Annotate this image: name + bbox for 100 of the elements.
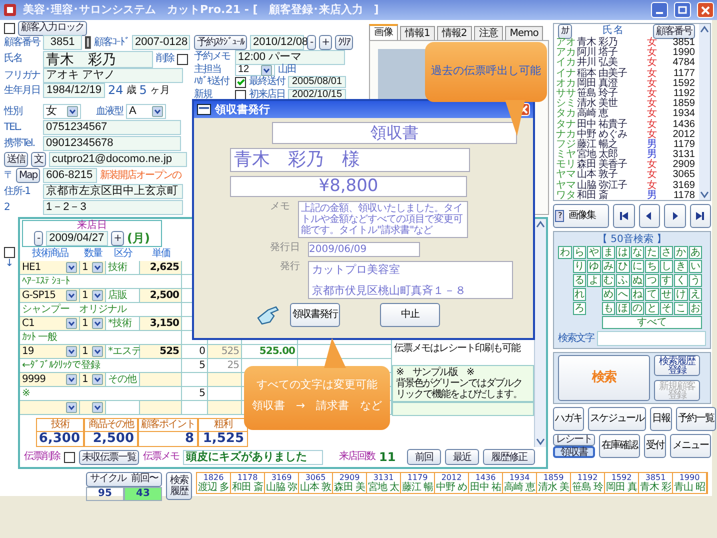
tab[interactable]: 画像 (369, 24, 398, 40)
dialog-button[interactable]: 中止 (380, 303, 440, 327)
kana-key[interactable]: ほ (616, 302, 630, 315)
function-button[interactable]: ハガキ (553, 407, 584, 431)
document-title-field[interactable]: 領収書 (272, 122, 517, 144)
kana-key[interactable]: は (616, 246, 630, 259)
text-field[interactable]: 09012345678 (43, 136, 181, 151)
kana-key[interactable]: や (587, 246, 600, 259)
text-button[interactable]: 文 (31, 152, 46, 167)
kana-key[interactable]: ひ (616, 260, 630, 273)
gallery-button[interactable]: ? 画像集 (553, 204, 609, 228)
dropdown-field[interactable]: A (126, 104, 166, 119)
history-entry[interactable]: 1179 藤江 暢 (401, 473, 435, 493)
kana-key[interactable]: ま (602, 246, 615, 259)
history-entry[interactable]: 1859 清水 美 (537, 473, 571, 493)
issuer-field[interactable]: カットプロ美容室 京都市伏見区桃山町真斉１－８ (308, 261, 513, 299)
history-entry[interactable]: 1934 高崎 恵 (503, 473, 537, 493)
function-button[interactable]: 受付 (644, 434, 666, 458)
dropdown-field[interactable]: 1 (80, 261, 106, 275)
text-field[interactable]: 2005/08/01 (288, 76, 346, 88)
list-row[interactable]: ワタ 和田 斎 男 1178 (554, 190, 699, 201)
history-entry[interactable]: 1990 青山 昭 (673, 473, 707, 493)
history-entry[interactable]: 3169 山脇 弥 (265, 473, 299, 493)
history-nav-button[interactable]: 履歴修正 (483, 449, 535, 465)
history-entry[interactable]: 1436 田中 祐 (469, 473, 503, 493)
dropdown-field[interactable]: HE1 (20, 261, 80, 275)
dropdown-field[interactable]: 19 (20, 345, 80, 359)
kana-key[interactable]: ろ (572, 302, 586, 315)
kana-key[interactable]: め (602, 288, 615, 301)
kana-key[interactable]: わ (558, 246, 572, 259)
list-row[interactable]: ナカ 中野 めぐみ 女 2012 (554, 130, 699, 140)
text-field[interactable]: 606-8215 (43, 168, 98, 183)
dropdown-field[interactable]: 12 (235, 64, 275, 76)
kana-key[interactable]: み (602, 260, 615, 273)
history-register-button[interactable]: 検索履歴登録 (654, 355, 700, 376)
list-row[interactable]: イナ稲本 由美子 女 1177 (554, 68, 699, 79)
kana-key[interactable]: か (674, 246, 688, 259)
all-button[interactable]: すべて (602, 316, 702, 329)
kana-key[interactable]: き (674, 260, 688, 273)
kana-key[interactable]: な (630, 246, 644, 259)
dropdown-field[interactable]: G-SP15 (20, 289, 80, 303)
kana-key[interactable]: ぬ (630, 274, 644, 287)
text-field[interactable]: 0751234567 (43, 120, 181, 135)
toggle-button[interactable]: レシート (553, 434, 595, 446)
amount-field[interactable]: ¥8,800 (230, 176, 467, 197)
dropdown-field[interactable]: 1 (80, 317, 106, 331)
text-field[interactable]: 頭皮にキズがありました (183, 450, 323, 464)
plus-button[interactable]: + (110, 231, 124, 246)
history-nav-button[interactable]: 前回 (407, 449, 441, 465)
list-row[interactable]: ヤマ 山脇 弥江子 女 3169 (554, 180, 699, 191)
kana-key[interactable]: も (602, 302, 615, 315)
text-field[interactable]: 1984/12/19 (43, 83, 105, 98)
map-button[interactable]: Map (16, 168, 40, 183)
dropdown-field[interactable]: 9999 (20, 373, 80, 387)
kana-key[interactable]: れ (572, 288, 586, 301)
kana-key[interactable]: ね (630, 288, 644, 301)
list-row[interactable]: イカ 井川 弘美 女 4784 (554, 58, 699, 69)
kana-key[interactable]: ち (645, 260, 658, 273)
tab[interactable]: 情報2 (436, 26, 472, 40)
plus-button[interactable]: + (318, 35, 332, 50)
search-history-button[interactable]: 検索履歴 (166, 472, 192, 500)
kana-key[interactable]: り (572, 260, 586, 273)
kana-sort-button[interactable]: ｶﾅ (558, 24, 572, 38)
function-button[interactable]: 日報 (650, 407, 672, 431)
history-entry[interactable]: 2012 中野 め (435, 473, 469, 493)
text-field[interactable]: 3851 (43, 35, 82, 50)
kana-key[interactable]: た (645, 246, 658, 259)
function-button[interactable]: 予約一覧 (676, 407, 716, 431)
unpaid-slips-button[interactable]: 未収伝票一覧 (79, 450, 139, 464)
list-row[interactable]: オカ 岡田 真澄 女 1592 (554, 78, 699, 89)
schedule-button[interactable]: 予約ｽｹｼﾞｭｰﾙ (194, 35, 247, 50)
history-entry[interactable]: 3131 宮地 太 (367, 473, 401, 493)
kana-key[interactable]: く (674, 274, 688, 287)
history-entry[interactable]: 3065 山本 敦 (299, 473, 333, 493)
history-entry[interactable]: 2909 森田 美 (333, 473, 367, 493)
tab[interactable]: 注意 (474, 26, 503, 40)
function-button[interactable]: メニュー (670, 434, 712, 458)
minus-button[interactable]: - (307, 35, 316, 50)
history-entry[interactable]: 1192 笹島 玲 (571, 473, 605, 493)
kana-key[interactable]: る (572, 274, 586, 287)
kana-key[interactable]: ゆ (587, 260, 600, 273)
kana-key[interactable]: こ (674, 302, 688, 315)
kana-key[interactable]: そ (660, 302, 673, 315)
text-field[interactable]: cutpro21@docomo.ne.jp (49, 152, 187, 167)
clear-button[interactable]: ｸﾘｱ (335, 35, 353, 50)
kana-key[interactable]: う (688, 274, 702, 287)
kana-key[interactable]: し (660, 260, 673, 273)
history-entry[interactable]: 1592 岡田 真 (605, 473, 639, 493)
text-field[interactable]: 2009/04/27 (46, 231, 108, 246)
kana-key[interactable]: ら (572, 246, 586, 259)
text-field[interactable]: 京都市左京区田中上玄京町 (43, 184, 183, 199)
kana-key[interactable]: え (688, 288, 702, 301)
dialog-button[interactable]: 領収書発行 (290, 303, 340, 327)
dropdown-field[interactable]: 1 (80, 345, 106, 359)
number-sort-button[interactable]: 顧客番号 (653, 24, 695, 38)
kana-key[interactable]: す (660, 274, 673, 287)
kana-key[interactable]: む (602, 274, 615, 287)
addressee-field[interactable]: 青木 彩乃 様 (230, 148, 470, 172)
tab[interactable]: Memo (504, 26, 544, 40)
history-entry[interactable]: 3851 青木 彩 (639, 473, 673, 493)
